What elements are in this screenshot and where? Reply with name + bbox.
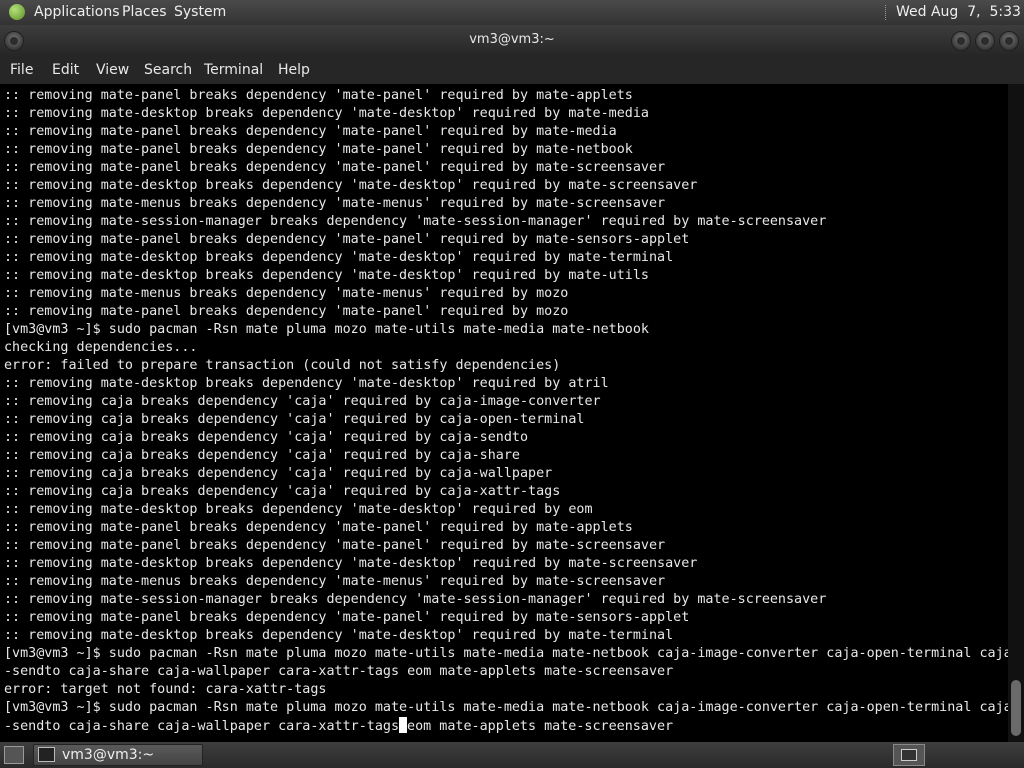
terminal-line: :: removing mate-panel breaks dependency…: [4, 124, 617, 139]
terminal-line: :: removing mate-desktop breaks dependen…: [4, 250, 674, 265]
workspace-switcher-icon[interactable]: [893, 744, 925, 766]
terminal-line: :: removing mate-desktop breaks dependen…: [4, 106, 649, 121]
terminal-line: -sendto caja-share caja-wallpaper cara-x…: [4, 664, 674, 679]
terminal-lines: :: removing mate-panel breaks dependency…: [4, 87, 1008, 735]
taskbar-item-terminal[interactable]: vm3@vm3:~: [33, 744, 203, 766]
menu-file[interactable]: File: [10, 62, 33, 78]
top-panel: Applications Places System Wed Aug 7, 5:…: [0, 0, 1024, 25]
terminal-line: :: removing mate-desktop breaks dependen…: [4, 268, 649, 283]
current-input-after-cursor: eom mate-applets mate-screensaver: [407, 719, 674, 734]
menu-terminal[interactable]: Terminal: [204, 62, 263, 78]
terminal-line: :: removing mate-menus breaks dependency…: [4, 196, 666, 211]
terminal-line: :: removing mate-panel breaks dependency…: [4, 520, 633, 535]
terminal-line: :: removing mate-menus breaks dependency…: [4, 574, 666, 589]
terminal-line: [vm3@vm3 ~]$ sudo pacman -Rsn mate pluma…: [4, 700, 1008, 715]
terminal-line: :: removing mate-panel breaks dependency…: [4, 304, 569, 319]
maximize-icon[interactable]: [975, 31, 995, 51]
terminal-line: :: removing caja breaks dependency 'caja…: [4, 484, 561, 499]
close-icon[interactable]: [999, 31, 1019, 51]
mate-logo-icon[interactable]: [9, 4, 25, 20]
terminal-line: :: removing mate-desktop breaks dependen…: [4, 178, 698, 193]
terminal-line: :: removing mate-desktop breaks dependen…: [4, 376, 609, 391]
terminal-line: :: removing mate-panel breaks dependency…: [4, 160, 666, 175]
terminal-line: :: removing caja breaks dependency 'caja…: [4, 448, 520, 463]
system-menu[interactable]: System: [174, 4, 226, 20]
terminal-line: :: removing mate-session-manager breaks …: [4, 592, 827, 607]
menu-search[interactable]: Search: [144, 62, 192, 78]
terminal-line: :: removing mate-panel breaks dependency…: [4, 610, 690, 625]
menu-edit[interactable]: Edit: [52, 62, 79, 78]
terminal-line: :: removing caja breaks dependency 'caja…: [4, 466, 553, 481]
terminal-line: :: removing mate-desktop breaks dependen…: [4, 502, 593, 517]
terminal-line-current: -sendto caja-share caja-wallpaper cara-x…: [4, 717, 1008, 735]
terminal-line: [vm3@vm3 ~]$ sudo pacman -Rsn mate pluma…: [4, 322, 649, 337]
text-cursor: [399, 717, 408, 733]
terminal-line: :: removing mate-panel breaks dependency…: [4, 538, 666, 553]
terminal-icon: [38, 747, 55, 762]
terminal-line: :: removing caja breaks dependency 'caja…: [4, 394, 601, 409]
terminal-line: :: removing mate-panel breaks dependency…: [4, 88, 633, 103]
current-input-before-cursor: -sendto caja-share caja-wallpaper cara-x…: [4, 719, 400, 734]
terminal-line: checking dependencies...: [4, 340, 198, 355]
terminal-line: :: removing mate-session-manager breaks …: [4, 214, 827, 229]
menu-help[interactable]: Help: [278, 62, 310, 78]
terminal-line: :: removing mate-panel breaks dependency…: [4, 232, 690, 247]
clock[interactable]: Wed Aug 7, 5:33 PM: [896, 4, 1024, 20]
menu-bar: File Edit View Search Terminal Help: [0, 56, 1024, 84]
minimize-icon[interactable]: [951, 31, 971, 51]
scrollbar-thumb[interactable]: [1011, 680, 1021, 736]
window-title-bar[interactable]: vm3@vm3:~: [0, 25, 1024, 56]
applications-menu[interactable]: Applications: [34, 4, 120, 20]
terminal-output[interactable]: :: removing mate-panel breaks dependency…: [0, 84, 1008, 742]
terminal-line: [vm3@vm3 ~]$ sudo pacman -Rsn mate pluma…: [4, 646, 1008, 661]
taskbar-item-label: vm3@vm3:~: [62, 747, 155, 763]
terminal-line: error: failed to prepare transaction (co…: [4, 358, 561, 373]
terminal-line: :: removing caja breaks dependency 'caja…: [4, 430, 529, 445]
terminal-line: :: removing mate-panel breaks dependency…: [4, 142, 633, 157]
terminal-scrollbar[interactable]: [1008, 84, 1024, 742]
window-title: vm3@vm3:~: [469, 32, 555, 47]
terminal-line: :: removing mate-menus breaks dependency…: [4, 286, 569, 301]
terminal-line: error: target not found: cara-xattr-tags: [4, 682, 327, 697]
menu-view[interactable]: View: [96, 62, 129, 78]
terminal-line: :: removing mate-desktop breaks dependen…: [4, 628, 674, 643]
panel-separator: [885, 5, 888, 20]
show-desktop-icon[interactable]: [4, 746, 24, 764]
terminal-line: :: removing caja breaks dependency 'caja…: [4, 412, 585, 427]
bottom-panel: vm3@vm3:~: [0, 742, 1024, 768]
terminal-line: :: removing mate-desktop breaks dependen…: [4, 556, 698, 571]
places-menu[interactable]: Places: [122, 4, 167, 20]
